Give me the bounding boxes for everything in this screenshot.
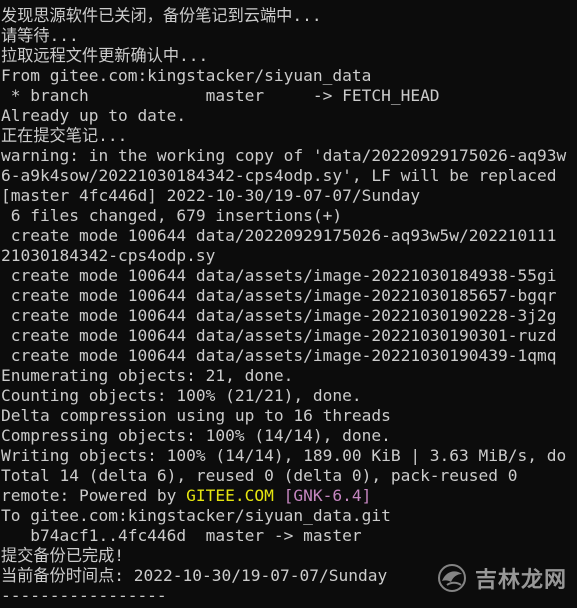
terminal-line: 21030184342-cps4odp.sy — [1, 246, 216, 265]
remote-prefix: remote: Powered by — [1, 486, 187, 505]
terminal-line: To gitee.com:kingstacker/siyuan_data.git — [1, 506, 391, 525]
terminal-line: From gitee.com:kingstacker/siyuan_data — [1, 66, 372, 85]
terminal-line: 请等待... — [1, 26, 79, 45]
terminal-line: b74acf1..4fc446d master -> master — [1, 526, 362, 545]
terminal-line: create mode 100644 data/assets/image-202… — [1, 346, 557, 365]
terminal-line: Total 14 (delta 6), reused 0 (delta 0), … — [1, 466, 518, 485]
terminal-line: 6 files changed, 679 insertions(+) — [1, 206, 343, 225]
remote-space — [274, 486, 284, 505]
terminal-line: warning: in the working copy of 'data/20… — [1, 146, 567, 165]
watermark: 吉林龙网 — [435, 562, 567, 594]
terminal-line: Delta compression using up to 16 threads — [1, 406, 391, 425]
terminal-line: 发现思源软件已关闭，备份笔记到云端中... — [1, 6, 322, 25]
terminal-window[interactable]: 发现思源软件已关闭，备份笔记到云端中... 请等待... 拉取远程文件更新确认中… — [0, 0, 577, 608]
terminal-line: Already up to date. — [1, 106, 187, 125]
watermark-text: 吉林龙网 — [474, 568, 567, 593]
terminal-line: 6-a9k4sow/20221030184342-cps4odp.sy', LF… — [1, 166, 557, 185]
terminal-line: * branch master -> FETCH_HEAD — [1, 86, 440, 105]
terminal-line: Enumerating objects: 21, done. — [1, 366, 294, 385]
terminal-line: Counting objects: 100% (21/21), done. — [1, 386, 362, 405]
terminal-line-remote: remote: Powered by GITEE.COM [GNK-6.4] — [1, 486, 577, 506]
terminal-line: Compressing objects: 100% (14/14), done. — [1, 426, 391, 445]
dragon-logo-icon — [437, 564, 466, 592]
terminal-line: Writing objects: 100% (14/14), 189.00 Ki… — [1, 446, 567, 465]
terminal-line: 正在提交笔记... — [1, 126, 128, 145]
terminal-line: create mode 100644 data/assets/image-202… — [1, 266, 557, 285]
terminal-line: create mode 100644 data/assets/image-202… — [1, 286, 557, 305]
terminal-line: [master 4fc446d] 2022-10-30/19-07-07/Sun… — [1, 186, 421, 205]
terminal-line: create mode 100644 data/assets/image-202… — [1, 326, 557, 345]
terminal-line: 拉取远程文件更新确认中... — [1, 46, 209, 65]
remote-gitee-label: GITEE.COM — [186, 486, 274, 505]
terminal-line: create mode 100644 data/assets/image-202… — [1, 306, 557, 325]
terminal-line: create mode 100644 data/20220929175026-a… — [1, 226, 557, 245]
remote-gnk-label: [GNK-6.4] — [283, 486, 372, 505]
terminal-output: 发现思源软件已关闭，备份笔记到云端中... 请等待... 拉取远程文件更新确认中… — [1, 6, 577, 606]
